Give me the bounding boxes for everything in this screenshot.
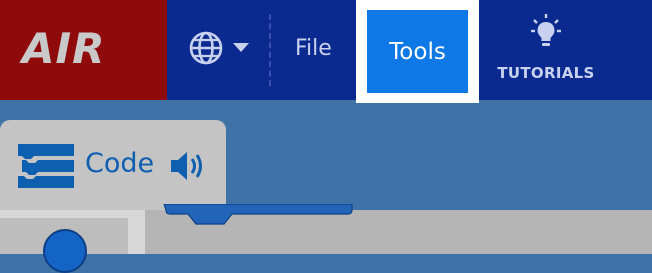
tutorials-button[interactable]: TUTORIALS: [494, 14, 598, 84]
script-block[interactable]: [160, 204, 360, 230]
globe-icon: [189, 31, 223, 65]
code-tab-label: Code: [85, 148, 155, 179]
logo-text: AIR: [22, 24, 106, 73]
menu-divider: [269, 14, 271, 86]
tools-menu[interactable]: Tools: [367, 10, 468, 93]
code-blocks-icon: [18, 144, 74, 188]
speaker-icon[interactable]: [169, 150, 209, 182]
tools-menu-label: Tools: [389, 38, 446, 65]
language-menu-button[interactable]: [186, 28, 256, 70]
file-menu[interactable]: File: [295, 36, 332, 61]
logo[interactable]: AIR: [0, 0, 167, 100]
category-bubble[interactable]: [43, 229, 87, 273]
lightbulb-icon: [531, 14, 561, 46]
chevron-down-icon: [233, 43, 249, 52]
menu-bar: AIR File Tools TUTORIALS: [0, 0, 652, 103]
tutorials-label: TUTORIALS: [497, 64, 595, 82]
